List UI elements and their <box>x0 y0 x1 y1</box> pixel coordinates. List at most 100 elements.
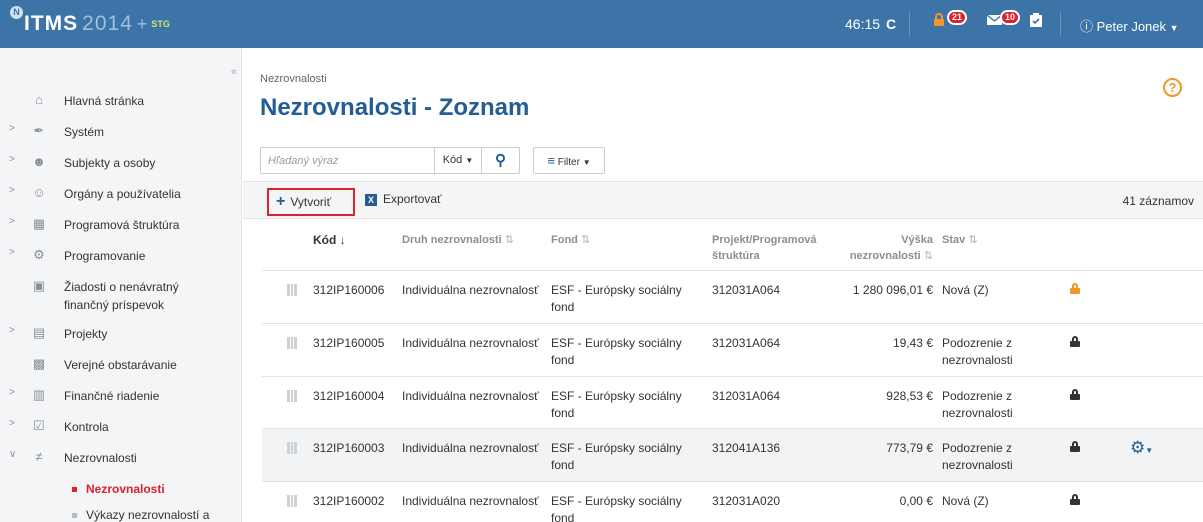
cell-kod[interactable]: 312IP160005 <box>313 335 384 352</box>
sidebar-item-control[interactable]: > ☑ Kontrola <box>0 418 242 436</box>
collapse-sidebar-icon[interactable]: « <box>231 66 237 78</box>
drag-handle-icon[interactable] <box>287 337 297 349</box>
chevron-right-icon: > <box>9 123 15 134</box>
create-button[interactable]: + Vytvoriť <box>267 188 355 216</box>
table-row[interactable]: 312IP160002 Individuálna nezrovnalosť ES… <box>262 481 1203 522</box>
user-menu[interactable]: ⓘ Peter Jonek ▼ <box>1080 16 1179 35</box>
lock-icon <box>1070 494 1080 505</box>
column-header-vyska[interactable]: Výška nezrovnalosti ⇅ <box>835 232 933 264</box>
cell-fond: ESF - Európsky sociálny fond <box>551 283 682 314</box>
cell-kod[interactable]: 312IP160006 <box>313 282 384 299</box>
sidebar-item-label: Nezrovnalosti <box>64 451 137 465</box>
sidebar-item-projects[interactable]: > ▤ Projekty <box>0 325 242 343</box>
cell-druh: Individuálna nezrovnalosť <box>402 283 539 297</box>
header-divider <box>909 12 910 36</box>
table-row[interactable]: 312IP160004 Individuálna nezrovnalosť ES… <box>262 376 1203 428</box>
filter-icon: ≡ <box>547 153 555 168</box>
cell-projekt: 312031A064 <box>712 336 781 350</box>
export-label: Exportovať <box>383 192 442 206</box>
sidebar-item-label: Projekty <box>64 327 108 341</box>
bullet-icon <box>72 486 77 492</box>
page-title: Nezrovnalosti - Zoznam <box>260 94 530 121</box>
sort-icon: ⇅ <box>580 234 591 246</box>
sidebar-item-procurement[interactable]: ▩ Verejné obstarávanie <box>0 356 242 374</box>
caret-down-icon: ▼ <box>582 158 591 167</box>
drag-handle-icon[interactable] <box>287 390 297 402</box>
sidebar-item-system[interactable]: > ✒ Systém <box>0 123 242 141</box>
sidebar-item-subjects[interactable]: > ☻ Subjekty a osoby <box>0 154 242 172</box>
search-field-select[interactable]: Kód ▼ <box>435 147 482 174</box>
cell-druh: Individuálna nezrovnalosť <box>402 441 539 455</box>
cell-fond: ESF - Európsky sociálny fond <box>551 441 682 472</box>
cell-druh: Individuálna nezrovnalosť <box>402 494 539 508</box>
table-row[interactable]: 312IP160006 Individuálna nezrovnalosť ES… <box>262 270 1203 323</box>
chevron-right-icon: > <box>9 387 15 398</box>
sort-icon: ⇅ <box>504 234 514 246</box>
row-actions-gear-icon[interactable]: ⚙▼ <box>1130 438 1153 458</box>
user-name: Peter Jonek <box>1096 19 1167 34</box>
search-input[interactable] <box>260 147 435 174</box>
drag-handle-icon[interactable] <box>287 495 297 507</box>
cell-druh: Individuálna nezrovnalosť <box>402 336 539 350</box>
sidebar-item-label: Finančné riadenie <box>64 389 160 403</box>
sidebar-item-organs[interactable]: > ☺ Orgány a používatelia <box>0 185 242 203</box>
cell-fond: ESF - Európsky sociálny fond <box>551 336 682 367</box>
column-header-label: Výška nezrovnalosti <box>849 234 933 262</box>
caret-down-icon: ▼ <box>465 156 474 165</box>
cell-stav: Podozrenie z nezrovnalosti <box>942 441 1013 472</box>
cell-kod[interactable]: 312IP160003 <box>313 440 384 457</box>
column-header-projekt[interactable]: Projekt/Programová štruktúra <box>712 232 832 264</box>
environment-label: STG <box>151 19 170 29</box>
sidebar-item-irregularities[interactable]: ∨ ≠ Nezrovnalosti <box>0 449 242 467</box>
chevron-down-icon: ▼ <box>1169 23 1179 33</box>
sidebar-item-label: Programovanie <box>64 249 146 263</box>
sidebar-subitem-reports[interactable]: Výkazy nezrovnalostí a <box>72 508 209 522</box>
table-row[interactable]: 312IP160003 Individuálna nezrovnalosť ES… <box>262 428 1203 481</box>
column-header-stav[interactable]: Stav ⇅ <box>942 232 978 248</box>
sidebar-subitem-irregularities[interactable]: Nezrovnalosti <box>72 482 165 496</box>
sidebar-item-label: Hlavná stránka <box>64 94 145 108</box>
sidebar-item-programming[interactable]: > ⚙ Programovanie <box>0 247 242 265</box>
column-header-kod[interactable]: Kód ↓ <box>313 232 346 248</box>
sort-icon: ⇅ <box>968 234 978 246</box>
search-field-label: Kód <box>442 154 463 166</box>
help-icon[interactable]: ? <box>1163 78 1182 97</box>
search-button[interactable]: ⚲ <box>482 147 520 174</box>
sidebar-item-label: Žiadosti o nenávratný finančný príspevok <box>64 280 179 312</box>
cart-icon: ▩ <box>32 356 46 371</box>
home-icon: ⌂ <box>35 92 43 107</box>
sort-icon: ⇅ <box>923 250 933 262</box>
refresh-icon[interactable]: C <box>886 16 896 32</box>
cell-kod[interactable]: 312IP160004 <box>313 388 384 405</box>
table-row[interactable]: 312IP160005 Individuálna nezrovnalosť ES… <box>262 323 1203 376</box>
column-header-label: Projekt/Programová štruktúra <box>712 234 817 262</box>
export-button[interactable]: X Exportovať <box>365 192 442 206</box>
column-header-druh[interactable]: Druh nezrovnalosti ⇅ <box>402 232 514 248</box>
create-label: Vytvoriť <box>290 195 332 209</box>
cell-vyska: 773,79 € <box>886 441 933 455</box>
sidebar-item-home[interactable]: ⌂ Hlavná stránka <box>0 92 242 110</box>
sidebar-item-label: Subjekty a osoby <box>64 156 156 170</box>
column-header-fond[interactable]: Fond ⇅ <box>551 232 590 248</box>
chevron-right-icon: > <box>9 154 15 165</box>
sidebar-item-program-structure[interactable]: > ▦ Programová štruktúra <box>0 216 242 234</box>
eu-logo-icon: N <box>10 6 23 19</box>
itms-logo[interactable]: N ITMS 2014 + STG <box>10 6 170 40</box>
drag-handle-icon[interactable] <box>287 442 297 454</box>
breadcrumb[interactable]: Nezrovnalosti <box>260 73 327 85</box>
drag-handle-icon[interactable] <box>287 284 297 296</box>
check-icon: ☑ <box>33 418 45 433</box>
sidebar-item-label: Systém <box>64 125 105 139</box>
session-timer[interactable]: 46:15 C <box>845 16 896 32</box>
sidebar-item-finance[interactable]: > ▥ Finančné riadenie <box>0 387 242 405</box>
sidebar-item-label: Verejné obstarávanie <box>64 358 177 372</box>
sidebar-item-applications[interactable]: ▣ Žiadosti o nenávratný finančný príspev… <box>0 278 242 314</box>
chevron-down-icon: ∨ <box>9 449 17 460</box>
clipboard-check-icon[interactable] <box>1030 13 1042 32</box>
finance-icon: ▥ <box>32 387 46 402</box>
filter-button[interactable]: ≡ Filter ▼ <box>533 147 605 174</box>
lock-notifications-icon[interactable] <box>933 13 945 32</box>
cell-kod[interactable]: 312IP160002 <box>313 493 384 510</box>
logo-year: 2014 <box>82 12 133 35</box>
bullet-icon <box>72 512 77 518</box>
